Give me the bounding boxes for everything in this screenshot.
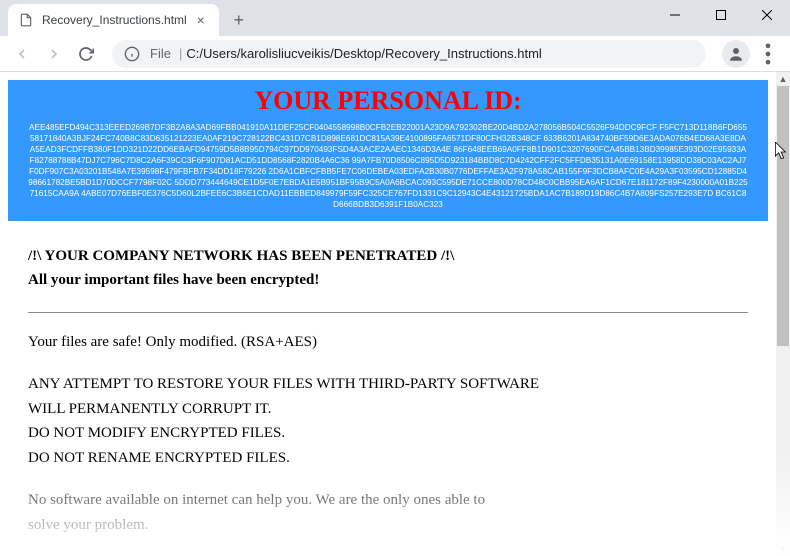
banner-title: YOUR PERSONAL ID: bbox=[18, 86, 758, 116]
nosw-line: solve your problem. bbox=[28, 514, 748, 537]
address-scheme-label: File bbox=[150, 46, 171, 61]
minimize-button[interactable] bbox=[652, 0, 698, 30]
back-button[interactable] bbox=[8, 40, 36, 68]
scroll-up-arrow-icon[interactable]: ▲ bbox=[776, 72, 790, 86]
kebab-menu-icon[interactable] bbox=[754, 40, 782, 68]
id-line: 4ABE07D76EBF0E376C5D60L2BFEE6C3B6E1CDAD1… bbox=[81, 189, 713, 198]
files-safe-text: Your files are safe! Only modified. (RSA… bbox=[28, 331, 748, 354]
safe-section: Your files are safe! Only modified. (RSA… bbox=[28, 331, 748, 354]
divider bbox=[28, 312, 748, 313]
id-line: AEE485EFD494C313EEED269B7DF3B2A8A3AD69FB… bbox=[29, 123, 657, 132]
warn-line: ANY ATTEMPT TO RESTORE YOUR FILES WITH T… bbox=[28, 373, 748, 396]
maximize-button[interactable] bbox=[698, 0, 744, 30]
profile-button[interactable] bbox=[722, 40, 750, 68]
headline-penetrated: /!\ YOUR COMPANY NETWORK HAS BEEN PENETR… bbox=[28, 245, 748, 268]
headline-encrypted: All your important files have been encry… bbox=[28, 269, 748, 292]
address-bar[interactable]: File | C:/Users/karolisliucveikis/Deskto… bbox=[112, 40, 706, 68]
warn-line: DO NOT RENAME ENCRYPTED FILES. bbox=[28, 447, 748, 470]
window-controls bbox=[652, 0, 790, 30]
ransom-note-body: /!\ YOUR COMPANY NETWORK HAS BEEN PENETR… bbox=[8, 221, 768, 556]
personal-id-block: AEE485EFD494C313EEED269B7DF3B2A8A3AD69FB… bbox=[28, 122, 748, 211]
address-path: C:/Users/karolisliucveikis/Desktop/Recov… bbox=[186, 46, 541, 61]
browser-title-bar: Recovery_Instructions.html × + bbox=[0, 0, 790, 36]
nosw-line: No software available on internet can he… bbox=[28, 489, 748, 512]
headline-section: /!\ YOUR COMPANY NETWORK HAS BEEN PENETR… bbox=[28, 245, 748, 292]
warn-line: DO NOT MODIFY ENCRYPTED FILES. bbox=[28, 422, 748, 445]
page-content: YOUR PERSONAL ID: AEE485EFD494C313EEED26… bbox=[0, 72, 776, 556]
close-window-button[interactable] bbox=[744, 0, 790, 30]
warn-line: WILL PERMANENTLY CORRUPT IT. bbox=[28, 398, 748, 421]
vertical-scrollbar[interactable]: ▲ ▼ bbox=[776, 72, 790, 556]
browser-tab-active[interactable]: Recovery_Instructions.html × bbox=[8, 4, 219, 36]
address-separator: | bbox=[179, 46, 182, 61]
warning-section: ANY ATTEMPT TO RESTORE YOUR FILES WITH T… bbox=[28, 373, 748, 469]
nosoftware-section: No software available on internet can he… bbox=[28, 489, 748, 536]
forward-button[interactable] bbox=[40, 40, 68, 68]
id-banner: YOUR PERSONAL ID: AEE485EFD494C313EEED26… bbox=[8, 80, 768, 221]
site-info-icon[interactable] bbox=[124, 46, 140, 62]
browser-toolbar: File | C:/Users/karolisliucveikis/Deskto… bbox=[0, 36, 790, 72]
scroll-thumb[interactable] bbox=[777, 86, 789, 346]
file-icon bbox=[18, 12, 34, 28]
tab-close-icon[interactable]: × bbox=[193, 12, 209, 28]
reload-button[interactable] bbox=[72, 40, 100, 68]
page-viewport: YOUR PERSONAL ID: AEE485EFD494C313EEED26… bbox=[0, 72, 776, 556]
tab-title: Recovery_Instructions.html bbox=[42, 13, 187, 27]
scroll-down-arrow-icon[interactable]: ▼ bbox=[776, 542, 790, 556]
new-tab-button[interactable]: + bbox=[225, 6, 253, 34]
